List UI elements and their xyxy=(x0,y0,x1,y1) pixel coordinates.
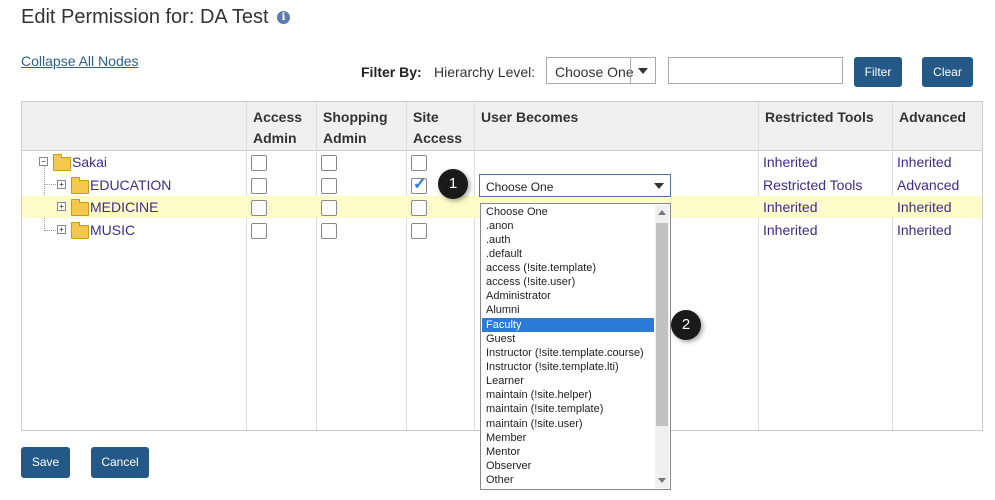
filter-button[interactable]: Filter xyxy=(854,57,902,87)
shopping-admin-checkbox[interactable] xyxy=(321,223,337,239)
site-access-checkbox[interactable] xyxy=(411,200,427,216)
header-shopping-admin-line1: Shopping xyxy=(323,109,388,125)
dropdown-option[interactable]: Administrator xyxy=(482,289,654,303)
hierarchy-level-select[interactable]: Choose One xyxy=(546,57,656,84)
advanced-link[interactable]: Advanced xyxy=(897,177,959,193)
dropdown-option[interactable]: Instructor (!site.template.course) xyxy=(482,346,654,360)
dropdown-option[interactable]: Mentor xyxy=(482,445,654,459)
scroll-up-icon[interactable] xyxy=(658,210,666,215)
hierarchy-level-select-value: Choose One xyxy=(555,64,634,80)
filter-input[interactable] xyxy=(668,57,843,84)
site-access-checkbox[interactable]: ✓ xyxy=(411,176,427,194)
dropdown-option[interactable]: Guest xyxy=(482,332,654,346)
chevron-down-icon[interactable] xyxy=(630,58,655,83)
header-shopping-admin: Shopping Admin xyxy=(316,102,406,150)
dropdown-option[interactable]: Member xyxy=(482,431,654,445)
checkmark-icon: ✓ xyxy=(413,176,427,193)
node-label-medicine[interactable]: MEDICINE xyxy=(90,199,158,215)
header-access-admin-line2: Admin xyxy=(253,130,297,146)
folder-icon xyxy=(71,177,89,194)
page-title-text: Edit Permission for: DA Test xyxy=(21,6,269,28)
node-label-education[interactable]: EDUCATION xyxy=(90,177,171,193)
header-site-access: Site Access xyxy=(406,102,474,150)
dropdown-option[interactable]: Other xyxy=(482,473,654,487)
user-becomes-dropdown-list[interactable]: Choose One .anon .auth .default access (… xyxy=(480,203,671,490)
save-button[interactable]: Save xyxy=(21,447,70,478)
header-access-admin: Access Admin xyxy=(246,102,316,150)
access-admin-checkbox[interactable] xyxy=(251,155,267,171)
dropdown-option[interactable]: .default xyxy=(482,247,654,261)
dropdown-option[interactable]: maintain (!site.user) xyxy=(482,417,654,431)
dropdown-option-selected[interactable]: Faculty xyxy=(482,318,654,332)
access-admin-checkbox[interactable] xyxy=(251,200,267,216)
shopping-admin-checkbox[interactable] xyxy=(321,200,337,216)
expand-node-icon[interactable]: + xyxy=(57,202,66,211)
header-node xyxy=(22,102,246,150)
dropdown-scrollbar[interactable] xyxy=(655,205,669,488)
access-admin-checkbox[interactable] xyxy=(251,223,267,239)
dropdown-option[interactable]: Alumni xyxy=(482,303,654,317)
folder-icon xyxy=(53,154,71,171)
folder-icon xyxy=(71,222,89,239)
clear-button[interactable]: Clear xyxy=(922,57,973,87)
header-advanced: Advanced xyxy=(892,102,982,150)
access-admin-checkbox[interactable] xyxy=(251,178,267,194)
header-access-admin-line1: Access xyxy=(253,109,303,125)
dropdown-option[interactable]: .auth xyxy=(482,233,654,247)
header-site-access-line1: Site xyxy=(413,109,439,125)
restricted-tools-link[interactable]: Inherited xyxy=(763,199,817,215)
restricted-tools-link[interactable]: Inherited xyxy=(763,154,817,170)
collapse-all-nodes-link[interactable]: Collapse All Nodes xyxy=(21,53,139,69)
shopping-admin-checkbox[interactable] xyxy=(321,155,337,171)
header-user-becomes: User Becomes xyxy=(474,102,758,150)
advanced-link[interactable]: Inherited xyxy=(897,154,951,170)
collapse-node-icon[interactable]: − xyxy=(39,157,48,166)
callout-badge-2: 2 xyxy=(671,310,701,340)
restricted-tools-link[interactable]: Inherited xyxy=(763,222,817,238)
scroll-thumb[interactable] xyxy=(656,223,668,426)
site-access-checkbox[interactable] xyxy=(411,223,427,239)
expand-node-icon[interactable]: + xyxy=(57,225,66,234)
advanced-link[interactable]: Inherited xyxy=(897,222,951,238)
user-becomes-select[interactable]: Choose One xyxy=(479,174,671,197)
header-shopping-admin-line2: Admin xyxy=(323,130,367,146)
info-icon[interactable]: i xyxy=(277,11,291,25)
callout-badge-1: 1 xyxy=(438,169,468,199)
dropdown-option[interactable]: Instructor (!site.template.lti) xyxy=(482,360,654,374)
dropdown-option[interactable]: .anon xyxy=(482,219,654,233)
filter-by-label: Filter By: xyxy=(361,64,422,80)
folder-icon xyxy=(71,199,89,216)
dropdown-option[interactable]: Observer xyxy=(482,459,654,473)
restricted-tools-link[interactable]: Restricted Tools xyxy=(763,177,862,193)
dropdown-option[interactable]: maintain (!site.template) xyxy=(482,402,654,416)
chevron-down-icon[interactable] xyxy=(650,175,668,196)
user-becomes-select-value: Choose One xyxy=(486,180,554,194)
dropdown-option[interactable]: maintain (!site.helper) xyxy=(482,388,654,402)
cancel-button[interactable]: Cancel xyxy=(91,447,149,478)
grid-header: Access Admin Shopping Admin Site Access … xyxy=(22,102,982,151)
expand-node-icon[interactable]: + xyxy=(57,180,66,189)
shopping-admin-checkbox[interactable] xyxy=(321,178,337,194)
dropdown-option[interactable]: access (!site.template) xyxy=(482,261,654,275)
node-label-music[interactable]: MUSIC xyxy=(90,222,135,238)
header-restricted-tools: Restricted Tools xyxy=(758,102,892,150)
hierarchy-level-label: Hierarchy Level: xyxy=(434,64,536,80)
page-title: Edit Permission for: DA Test i xyxy=(21,6,291,29)
dropdown-option[interactable]: Learner xyxy=(482,374,654,388)
node-label-sakai[interactable]: Sakai xyxy=(72,154,107,170)
table-row: − Sakai Inherited Inherited xyxy=(22,151,982,173)
advanced-link[interactable]: Inherited xyxy=(897,199,951,215)
site-access-checkbox[interactable] xyxy=(411,155,427,171)
dropdown-option[interactable]: access (!site.user) xyxy=(482,275,654,289)
dropdown-option[interactable]: Choose One xyxy=(482,205,654,219)
scroll-down-icon[interactable] xyxy=(658,478,666,483)
header-site-access-line2: Access xyxy=(413,130,463,146)
